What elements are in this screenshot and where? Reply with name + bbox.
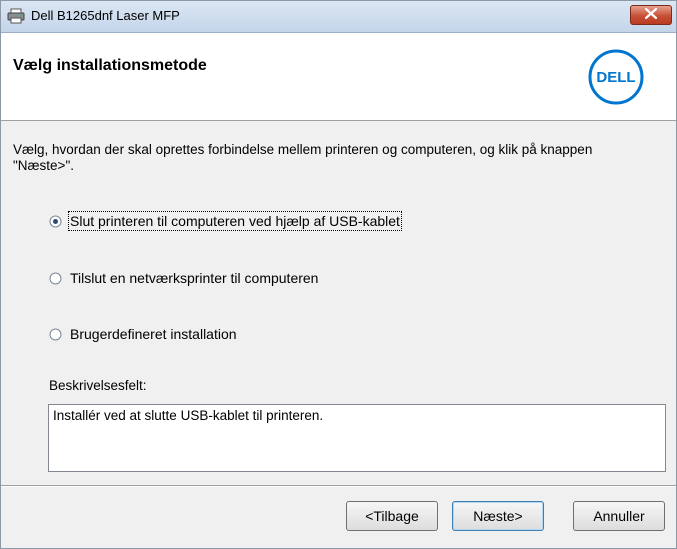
- footer-divider: [1, 485, 676, 487]
- dell-logo: DELL: [588, 49, 644, 105]
- radio-selected-icon[interactable]: [49, 215, 62, 228]
- next-button[interactable]: Næste>: [452, 501, 544, 531]
- title-bar: Dell B1265dnf Laser MFP: [1, 1, 676, 33]
- printer-icon: [7, 8, 25, 24]
- radio-unselected-icon[interactable]: [49, 272, 62, 285]
- option-network[interactable]: Tilslut en netværksprinter til computere…: [49, 270, 318, 286]
- svg-text:DELL: DELL: [596, 69, 635, 86]
- window-title: Dell B1265dnf Laser MFP: [31, 8, 180, 23]
- option-usb-label: Slut printeren til computeren ved hjælp …: [68, 211, 402, 231]
- option-usb[interactable]: Slut printeren til computeren ved hjælp …: [49, 211, 402, 231]
- header-panel: Vælg installationsmetode DELL: [1, 33, 676, 121]
- back-button[interactable]: <Tilbage: [346, 501, 438, 531]
- option-custom[interactable]: Brugerdefineret installation: [49, 326, 237, 342]
- option-custom-label: Brugerdefineret installation: [70, 326, 237, 342]
- close-icon: [644, 6, 658, 24]
- page-title: Vælg installationsmetode: [13, 57, 207, 74]
- radio-unselected-icon[interactable]: [49, 328, 62, 341]
- description-box: Installér ved at slutte USB-kablet til p…: [48, 404, 666, 472]
- cancel-button[interactable]: Annuller: [573, 501, 665, 531]
- description-label: Beskrivelsesfelt:: [49, 378, 147, 393]
- installer-window: Dell B1265dnf Laser MFP Vælg installatio…: [0, 0, 677, 549]
- option-network-label: Tilslut en netværksprinter til computere…: [70, 270, 319, 286]
- instruction-text: Vælg, hvordan der skal oprettes forbinde…: [13, 142, 593, 173]
- close-button[interactable]: [630, 5, 672, 25]
